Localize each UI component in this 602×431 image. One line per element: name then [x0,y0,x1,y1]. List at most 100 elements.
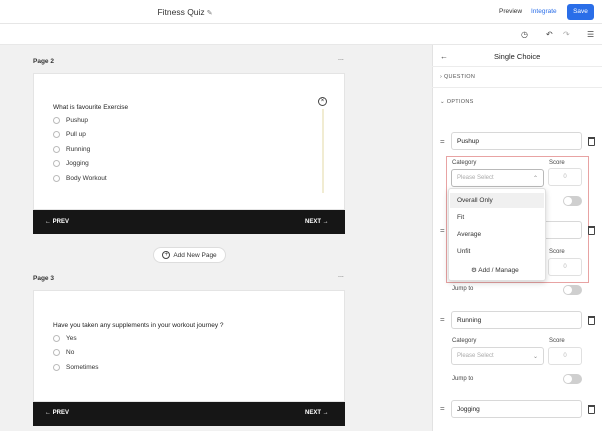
page-2-option-2[interactable] [53,146,60,155]
back-arrow-icon[interactable]: ← [440,52,448,61]
page-2-option-1-label: Pull up [66,131,86,138]
chevron-down-icon: ⌄ [440,99,445,105]
history-icon[interactable]: ◷ [521,30,528,39]
page-2-option-3[interactable] [53,160,60,169]
option-2-score-label: Score [549,249,565,255]
chevron-right-icon: › [440,74,443,80]
plus-circle-icon: + [162,251,171,259]
option-1-category-label: Category [452,160,477,166]
page-2-option-4[interactable] [53,175,60,184]
page-2-label: Page 2 [33,58,54,65]
edit-pencil-icon[interactable]: ✎ [207,10,213,17]
quiz-title-text: Fitness Quiz [157,7,205,17]
option-4-input[interactable]: Jogging [451,400,582,418]
page-3-next-button[interactable]: NEXT → [305,410,329,416]
option-3-score-input[interactable]: 0 [548,347,582,365]
trash-icon[interactable] [588,316,595,325]
page-2-prev-button[interactable]: ← PREV [45,219,69,225]
option-3-jump-toggle[interactable] [563,374,582,384]
preview-link[interactable]: Preview [499,8,522,15]
trash-icon[interactable] [588,226,595,235]
add-manage-label: Add / Manage [478,267,519,274]
option-2-score-input[interactable]: 0 [548,258,582,276]
settings-sliders-icon[interactable]: ☰ [587,30,594,39]
top-bar: Fitness Quiz ✎ Preview Integrate Save [0,0,602,24]
panel-title: Single Choice [494,52,541,61]
page-2-nav-bar: ← PREV NEXT → [33,210,345,234]
page-2-option-1[interactable] [53,131,60,140]
page-3-menu-icon[interactable]: ... [338,272,344,279]
chevron-up-icon: ⌃ [532,175,538,182]
page-3-option-1-label: No [66,349,75,356]
page-2-scrollbar[interactable] [322,109,324,193]
options-section-toggle[interactable]: ⌄ OPTIONS [440,99,474,105]
page-3-option-0[interactable] [53,335,60,344]
category-placeholder: Please Select [457,175,494,181]
add-new-page-button[interactable]: + Add New Page [153,247,226,263]
radio-icon[interactable] [53,364,60,371]
page-3-card[interactable] [33,290,345,402]
page-3-option-2-label: Sometimes [66,364,99,371]
radio-icon[interactable] [53,349,60,356]
radio-icon[interactable] [53,175,60,182]
question-section-toggle[interactable]: › QUESTION [440,74,475,80]
save-button[interactable]: Save [567,4,594,20]
drag-handle-icon[interactable]: = [440,137,445,146]
dropdown-option-unfit[interactable]: Unfit [450,244,544,259]
page-2-option-0[interactable] [53,117,60,126]
trash-icon[interactable] [588,405,595,414]
editor-toolbar [0,24,602,45]
trash-icon[interactable] [588,137,595,146]
page-3-option-2[interactable] [53,364,60,373]
integrate-link[interactable]: Integrate [531,8,557,15]
add-manage-categories-button[interactable]: ⚙ Add / Manage [471,266,519,274]
divider [432,87,602,88]
close-circle-icon[interactable]: × [318,97,327,106]
radio-icon[interactable] [53,335,60,342]
option-1-input[interactable]: Pushup [451,132,582,150]
chevron-down-icon: ⌄ [532,353,538,360]
page-3-question[interactable]: Have you taken any supplements in your w… [53,322,224,329]
options-section-label: OPTIONS [446,99,474,105]
option-1-category-select[interactable]: Please Select ⌃ [451,169,544,187]
radio-icon[interactable] [53,131,60,138]
category-placeholder: Please Select [457,353,494,359]
option-1-score-label: Score [549,160,565,166]
page-2-option-2-label: Running [66,146,91,153]
page-2-option-3-label: Jogging [66,160,89,167]
divider [432,66,602,67]
page-2-question[interactable]: What is favourite Exercise [53,104,128,111]
undo-icon[interactable]: ↶ [546,30,553,39]
page-3-option-1[interactable] [53,349,60,358]
radio-icon[interactable] [53,146,60,153]
page-2-card[interactable] [33,73,345,210]
category-dropdown-menu: Overall Only Fit Average Unfit ⚙ Add / M… [448,188,546,281]
redo-icon[interactable]: ↷ [563,30,570,39]
drag-handle-icon[interactable]: = [440,315,445,324]
option-2-jump-toggle[interactable] [563,285,582,295]
dropdown-option-average[interactable]: Average [450,227,544,242]
page-3-prev-button[interactable]: ← PREV [45,410,69,416]
dropdown-option-overall-only[interactable]: Overall Only [450,193,544,208]
drag-handle-icon[interactable]: = [440,226,445,235]
radio-icon[interactable] [53,117,60,124]
page-2-menu-icon[interactable]: ... [338,55,344,62]
quiz-title[interactable]: Fitness Quiz ✎ [0,7,370,17]
page-2-next-button[interactable]: NEXT → [305,219,329,225]
question-section-label: QUESTION [443,74,476,80]
option-3-score-label: Score [549,338,565,344]
option-1-score-input[interactable]: 0 [548,168,582,186]
radio-icon[interactable] [53,160,60,167]
page-3-option-0-label: Yes [66,335,77,342]
settings-gear-icon: ⚙ [471,267,477,274]
add-new-page-label: Add New Page [173,251,217,259]
page-3-label: Page 3 [33,275,54,282]
option-1-jump-toggle[interactable] [563,196,582,206]
page-3-nav-bar: ← PREV NEXT → [33,402,345,426]
option-3-category-select[interactable]: Please Select ⌄ [451,347,544,365]
option-3-category-label: Category [452,338,477,344]
option-3-input[interactable]: Running [451,311,582,329]
option-3-jump-label: Jump to [452,376,474,382]
dropdown-option-fit[interactable]: Fit [450,210,544,225]
drag-handle-icon[interactable]: = [440,404,445,413]
